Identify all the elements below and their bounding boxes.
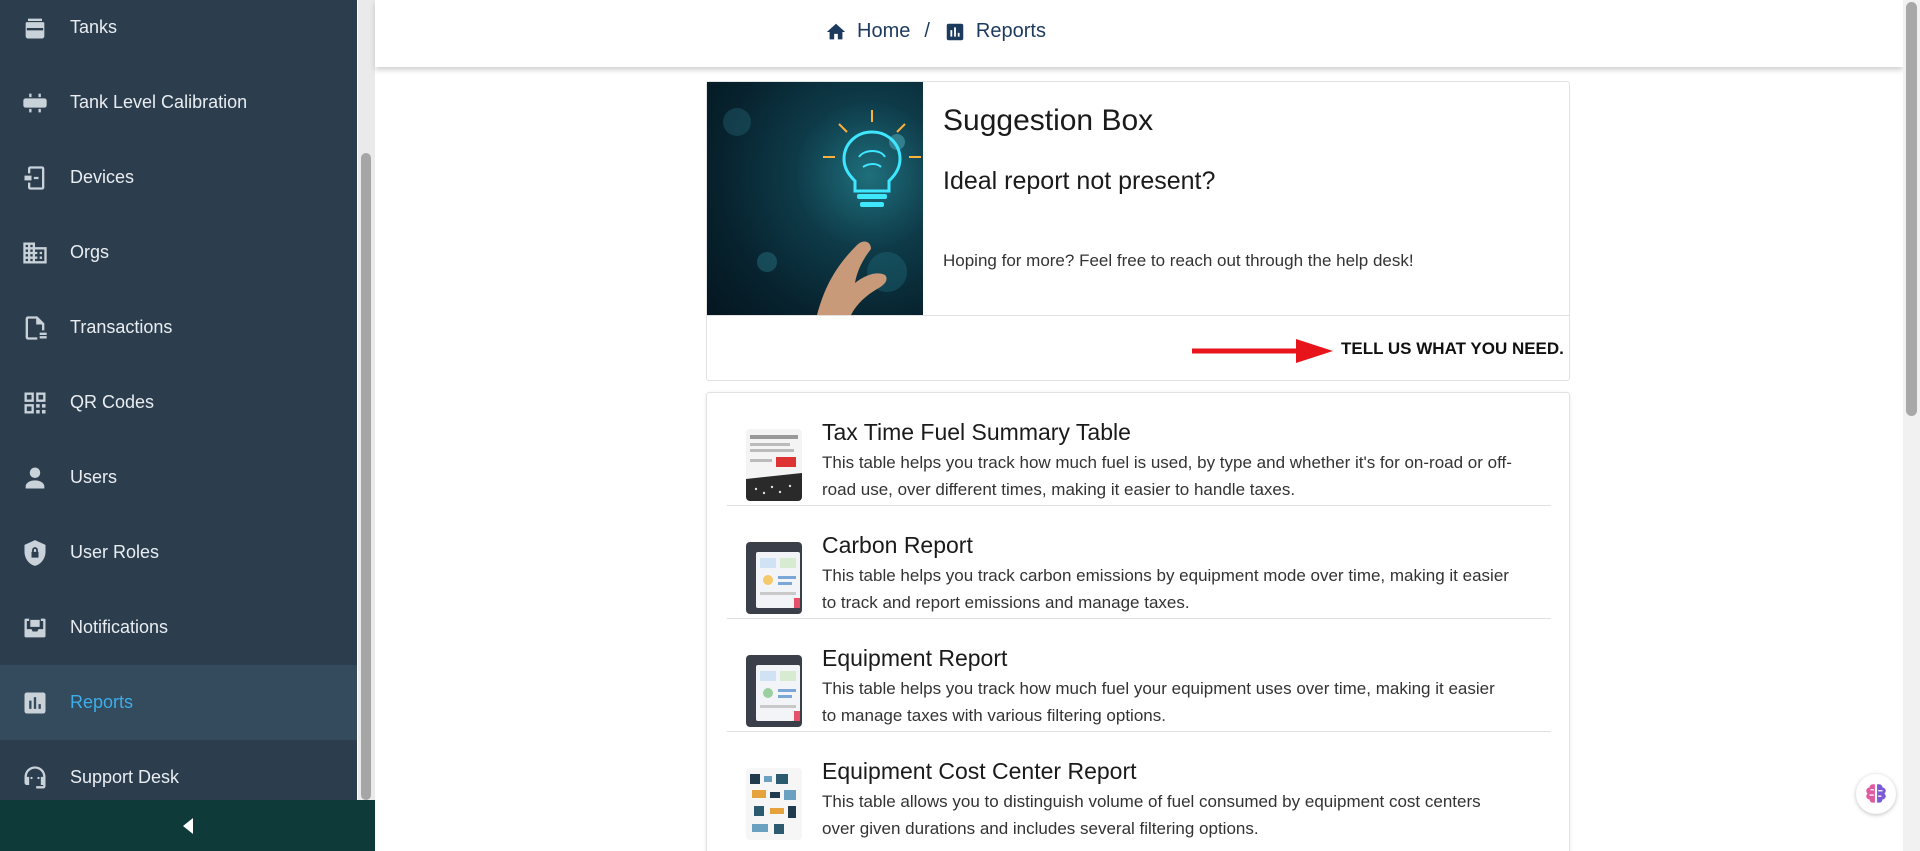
brain-icon <box>1866 784 1886 803</box>
home-icon <box>826 23 846 39</box>
sidebar-item-users[interactable]: Users <box>0 440 357 515</box>
report-description: This table helps you track carbon emissi… <box>822 566 1509 612</box>
report-item-equipment-cost-center[interactable]: Equipment Cost Center Report This table … <box>727 732 1551 845</box>
reports-list: Tax Time Fuel Summary Table This table h… <box>706 392 1570 851</box>
tell-us-what-you-need-button[interactable]: TELL US WHAT YOU NEED. <box>1341 339 1564 359</box>
inbox-icon <box>20 613 50 643</box>
sidebar-item-label: Orgs <box>70 242 110 262</box>
sidebar-item-orgs[interactable]: Orgs <box>0 215 357 290</box>
sidebar-item-label: Support Desk <box>70 767 180 787</box>
breadcrumb-home-label: Home <box>857 20 911 42</box>
calibration-icon <box>20 88 50 118</box>
bar-chart-icon <box>946 23 964 40</box>
suggestion-image <box>707 82 923 315</box>
bar-chart-icon <box>20 688 50 718</box>
sidebar-item-label: QR Codes <box>70 392 155 412</box>
report-thumbnail <box>746 768 802 840</box>
report-title: Equipment Report <box>822 645 1008 671</box>
sidebar-item-label: Tank Level Calibration <box>70 92 248 112</box>
breadcrumb: Home / Reports <box>825 20 1046 43</box>
support-agent-icon <box>20 763 50 793</box>
red-arrow-icon <box>1192 339 1333 363</box>
sidebar-item-label: Devices <box>70 167 135 187</box>
qr-code-icon <box>20 388 50 418</box>
user-icon <box>20 463 50 493</box>
sidebar-item-label: Tanks <box>70 17 118 37</box>
report-description: This table helps you track how much fuel… <box>822 679 1495 725</box>
tank-icon <box>20 13 50 43</box>
report-title: Carbon Report <box>822 532 973 558</box>
sidebar-item-devices[interactable]: Devices <box>0 140 357 215</box>
sidebar-item-label: Users <box>70 467 118 487</box>
report-title: Tax Time Fuel Summary Table <box>822 419 1131 445</box>
sidebar-item-tank-level-calibration[interactable]: Tank Level Calibration <box>0 65 357 140</box>
shield-lock-icon <box>20 538 50 568</box>
suggestion-subtitle: Ideal report not present? <box>943 167 1216 195</box>
report-item-tax-time-fuel-summary[interactable]: Tax Time Fuel Summary Table This table h… <box>727 393 1551 506</box>
sidebar-scrollbar-thumb[interactable] <box>361 153 371 800</box>
report-thumbnail <box>746 655 802 727</box>
sidebar-item-user-roles[interactable]: User Roles <box>0 515 357 590</box>
sidebar-item-label: Reports <box>70 692 134 712</box>
sidebar-item-reports[interactable]: Reports <box>0 665 357 740</box>
sidebar-item-label: User Roles <box>70 542 160 562</box>
sidebar-item-transactions[interactable]: Transactions <box>0 290 357 365</box>
divider <box>707 315 1569 316</box>
sidebar-item-qr-codes[interactable]: QR Codes <box>0 365 357 440</box>
report-thumbnail <box>746 429 802 501</box>
page-scrollbar-thumb[interactable] <box>1906 2 1917 416</box>
report-description: This table helps you track how much fuel… <box>822 453 1512 499</box>
breadcrumb-separator: / <box>924 20 930 42</box>
top-header: Home / Reports <box>375 0 1903 67</box>
device-icon <box>20 163 50 193</box>
sidebar-item-notifications[interactable]: Notifications <box>0 590 357 665</box>
sidebar-collapse-button[interactable] <box>0 800 375 851</box>
report-title: Equipment Cost Center Report <box>822 758 1137 784</box>
suggestion-box-card: Suggestion Box Ideal report not present?… <box>706 81 1570 381</box>
chevron-left-icon <box>182 817 193 834</box>
report-thumbnail <box>746 542 802 614</box>
report-description: This table allows you to distinguish vol… <box>822 792 1481 838</box>
suggestion-text: Hoping for more? Feel free to reach out … <box>943 251 1414 270</box>
sidebar-item-tanks[interactable]: Tanks <box>0 0 357 65</box>
breadcrumb-current-label: Reports <box>975 20 1046 42</box>
breadcrumb-home[interactable]: Home <box>825 20 910 43</box>
suggestion-title: Suggestion Box <box>943 104 1154 137</box>
receipt-icon <box>20 313 50 343</box>
ai-assistant-button[interactable] <box>1856 774 1896 814</box>
sidebar: Tanks Tank Level Calibration Devices Org… <box>0 0 357 851</box>
report-item-carbon[interactable]: Carbon Report This table helps you track… <box>727 506 1551 619</box>
breadcrumb-reports[interactable]: Reports <box>944 20 1046 43</box>
report-item-equipment[interactable]: Equipment Report This table helps you tr… <box>727 619 1551 732</box>
building-icon <box>20 238 50 268</box>
sidebar-item-label: Notifications <box>70 617 169 637</box>
sidebar-item-label: Transactions <box>70 317 173 337</box>
